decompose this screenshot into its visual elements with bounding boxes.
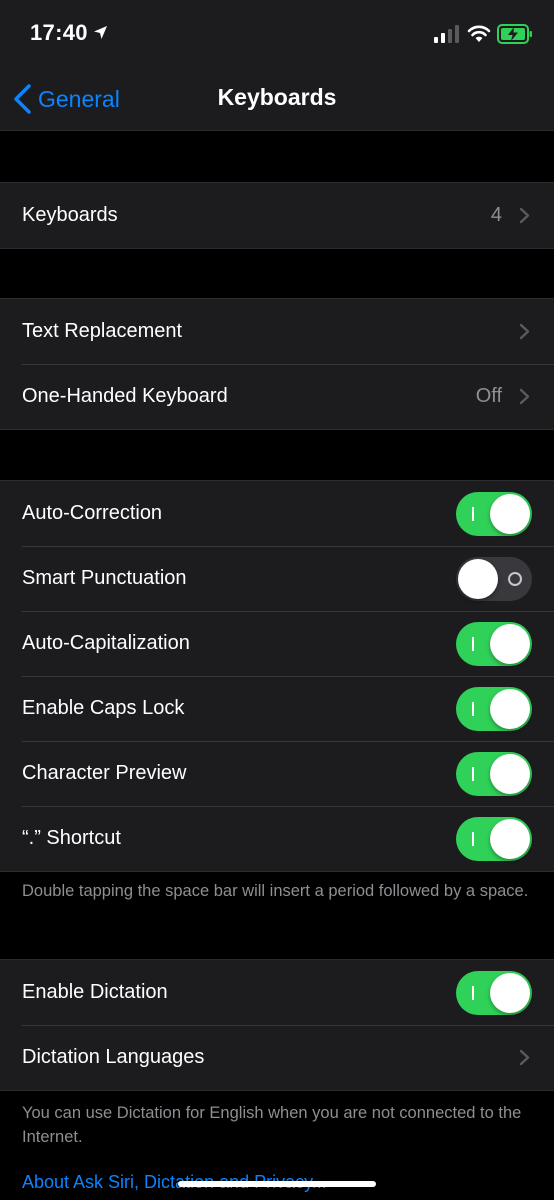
period-shortcut-row: “.” Shortcut (0, 806, 554, 871)
chevron-right-icon (519, 1049, 530, 1066)
chevron-right-icon (519, 388, 530, 405)
enable-dictation-toggle[interactable] (456, 971, 532, 1015)
location-arrow-icon (94, 26, 107, 39)
text-options-group: Text Replacement One-Handed Keyboard Off (0, 298, 554, 430)
period-shortcut-toggle[interactable] (456, 817, 532, 861)
smart-punctuation-label: Smart Punctuation (22, 567, 187, 589)
status-bar: 17:40 (0, 0, 554, 68)
keyboards-count: 4 (490, 204, 502, 226)
dictation-languages-row[interactable]: Dictation Languages (0, 1025, 554, 1090)
battery-charging-icon (497, 24, 532, 44)
home-indicator[interactable] (178, 1181, 376, 1187)
chevron-right-icon (519, 323, 530, 340)
auto-capitalization-row: Auto-Capitalization (0, 611, 554, 676)
enable-dictation-label: Enable Dictation (22, 981, 168, 1003)
keyboards-label: Keyboards (22, 204, 118, 226)
dictation-languages-label: Dictation Languages (22, 1046, 205, 1068)
keyboards-row[interactable]: Keyboards 4 (0, 183, 554, 248)
character-preview-label: Character Preview (22, 762, 187, 784)
auto-capitalization-toggle[interactable] (456, 622, 532, 666)
auto-correction-row: Auto-Correction (0, 481, 554, 546)
one-handed-keyboard-value: Off (475, 385, 502, 407)
enable-caps-lock-toggle[interactable] (456, 687, 532, 731)
character-preview-toggle[interactable] (456, 752, 532, 796)
navigation-bar: General Keyboards (0, 68, 554, 131)
smart-punctuation-toggle[interactable] (456, 557, 532, 601)
one-handed-keyboard-label: One-Handed Keyboard (22, 385, 228, 407)
status-time: 17:40 (30, 20, 88, 45)
page-title: Keyboards (217, 84, 337, 110)
wifi-icon (467, 25, 491, 42)
one-handed-keyboard-row[interactable]: One-Handed Keyboard Off (0, 364, 554, 429)
cellular-signal-icon (434, 25, 459, 43)
chevron-right-icon (519, 207, 530, 224)
dictation-group: Enable Dictation Dictation Languages (0, 959, 554, 1091)
enable-dictation-row: Enable Dictation (0, 960, 554, 1025)
auto-correction-toggle[interactable] (456, 492, 532, 536)
enable-caps-lock-row: Enable Caps Lock (0, 676, 554, 741)
auto-capitalization-label: Auto-Capitalization (22, 632, 190, 654)
text-replacement-label: Text Replacement (22, 320, 183, 342)
keyboard-toggles-group: Auto-Correction Smart Punctuation Auto-C… (0, 480, 554, 872)
smart-punctuation-row: Smart Punctuation (0, 546, 554, 611)
enable-caps-lock-label: Enable Caps Lock (22, 697, 185, 719)
period-shortcut-label: “.” Shortcut (22, 827, 121, 849)
keyboards-group: Keyboards 4 (0, 182, 554, 249)
text-replacement-row[interactable]: Text Replacement (0, 299, 554, 364)
period-shortcut-footer: Double tapping the space bar will insert… (22, 882, 529, 900)
dictation-footer: You can use Dictation for English when y… (22, 1104, 522, 1146)
character-preview-row: Character Preview (0, 741, 554, 806)
auto-correction-label: Auto-Correction (22, 502, 163, 524)
